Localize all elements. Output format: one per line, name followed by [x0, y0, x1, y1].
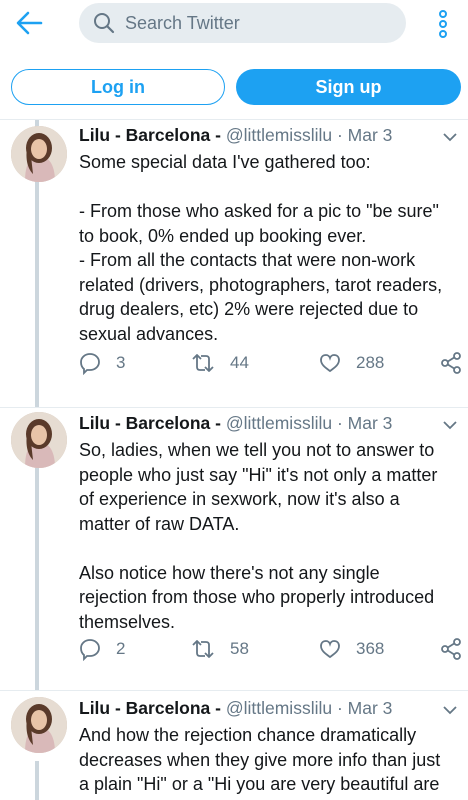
author-handle[interactable]: @littlemisslilu — [226, 125, 332, 145]
avatar[interactable] — [11, 126, 67, 182]
tweet-text: So, ladies, when we tell you not to answ… — [79, 440, 438, 632]
reply-icon — [80, 353, 100, 375]
retweet-icon — [192, 354, 214, 372]
tweet-header: Lilu - Barcelona - @littlemisslilu · Mar… — [79, 411, 459, 435]
retweet-button[interactable]: 44 — [190, 351, 249, 375]
like-button[interactable]: 288 — [318, 351, 384, 375]
avatar[interactable] — [11, 697, 67, 753]
like-button[interactable]: 368 — [318, 637, 384, 661]
reply-button[interactable]: 3 — [78, 351, 125, 375]
retweet-icon — [192, 640, 214, 658]
tweet[interactable]: Lilu - Barcelona - @littlemisslilu · Mar… — [0, 120, 468, 407]
top-bar — [0, 0, 468, 46]
chevron-down-icon[interactable] — [443, 129, 457, 142]
separator-dot: · — [336, 698, 343, 718]
tweet-date[interactable]: Mar 3 — [348, 413, 393, 433]
tweet-header: Lilu - Barcelona - @littlemisslilu · Mar… — [79, 123, 459, 147]
tweet[interactable]: Lilu - Barcelona - @littlemisslilu · Mar… — [0, 408, 468, 690]
chevron-down-icon[interactable] — [443, 417, 457, 430]
reply-count: 2 — [116, 639, 126, 658]
author-name[interactable]: Lilu - Barcelona - — [79, 413, 221, 433]
tweet-header: Lilu - Barcelona - @littlemisslilu · Mar… — [79, 696, 459, 720]
tweet-actions: 2 58 368 — [78, 637, 468, 661]
tweet-date[interactable]: Mar 3 — [348, 698, 393, 718]
separator-dot: · — [336, 413, 343, 433]
retweet-count: 58 — [230, 639, 249, 658]
tweet-text: And how the rejection chance dramaticall… — [79, 725, 441, 800]
avatar[interactable] — [11, 412, 67, 468]
like-count: 368 — [356, 639, 385, 658]
tweet-date[interactable]: Mar 3 — [348, 125, 393, 145]
more-options-icon[interactable] — [435, 10, 451, 38]
reply-count: 3 — [116, 353, 126, 372]
share-button[interactable] — [440, 637, 468, 661]
auth-buttons: Log in Sign up — [0, 60, 468, 114]
chevron-down-icon[interactable] — [443, 702, 457, 715]
back-arrow-icon[interactable] — [14, 9, 44, 37]
author-name[interactable]: Lilu - Barcelona - — [79, 125, 221, 145]
tweet[interactable]: Lilu - Barcelona - @littlemisslilu · Mar… — [0, 691, 468, 800]
share-icon — [441, 638, 461, 660]
signup-button[interactable]: Sign up — [236, 69, 461, 105]
share-icon — [441, 352, 461, 374]
share-button[interactable] — [440, 351, 468, 375]
retweet-count: 44 — [230, 353, 249, 372]
separator-dot: · — [336, 125, 343, 145]
thread-line — [35, 761, 39, 800]
reply-button[interactable]: 2 — [78, 637, 125, 661]
heart-icon — [320, 640, 340, 659]
tweet-actions: 3 44 288 — [78, 351, 468, 375]
like-count: 288 — [356, 353, 385, 372]
login-button[interactable]: Log in — [11, 69, 225, 105]
search-icon — [93, 12, 115, 34]
author-handle[interactable]: @littlemisslilu — [226, 698, 332, 718]
heart-icon — [320, 354, 340, 373]
search-input[interactable] — [125, 3, 395, 43]
author-name[interactable]: Lilu - Barcelona - — [79, 698, 221, 718]
tweet-text: Some special data I've gathered too: - F… — [79, 152, 443, 344]
retweet-button[interactable]: 58 — [190, 637, 249, 661]
author-handle[interactable]: @littlemisslilu — [226, 413, 332, 433]
search-box[interactable] — [79, 3, 406, 43]
reply-icon — [80, 639, 100, 661]
